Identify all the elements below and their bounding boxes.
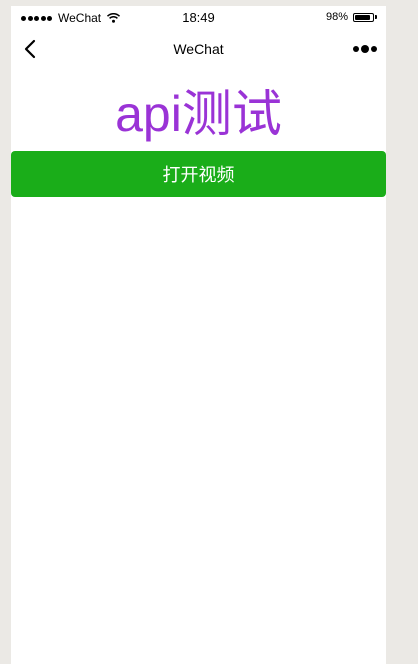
- status-bar: WeChat 18:49 98%: [11, 6, 386, 28]
- open-video-button[interactable]: 打开视频: [11, 151, 386, 197]
- page-heading: api测试: [115, 86, 282, 142]
- battery-percentage: 98%: [325, 11, 348, 23]
- phone-screen: WeChat 18:49 98% WeChat api测试 打开视频: [11, 6, 386, 664]
- navigation-bar: WeChat: [11, 28, 386, 70]
- more-dots-icon[interactable]: [352, 38, 378, 60]
- status-right: 98%: [325, 11, 377, 23]
- battery-icon: [353, 12, 377, 22]
- nav-title: WeChat: [173, 41, 224, 57]
